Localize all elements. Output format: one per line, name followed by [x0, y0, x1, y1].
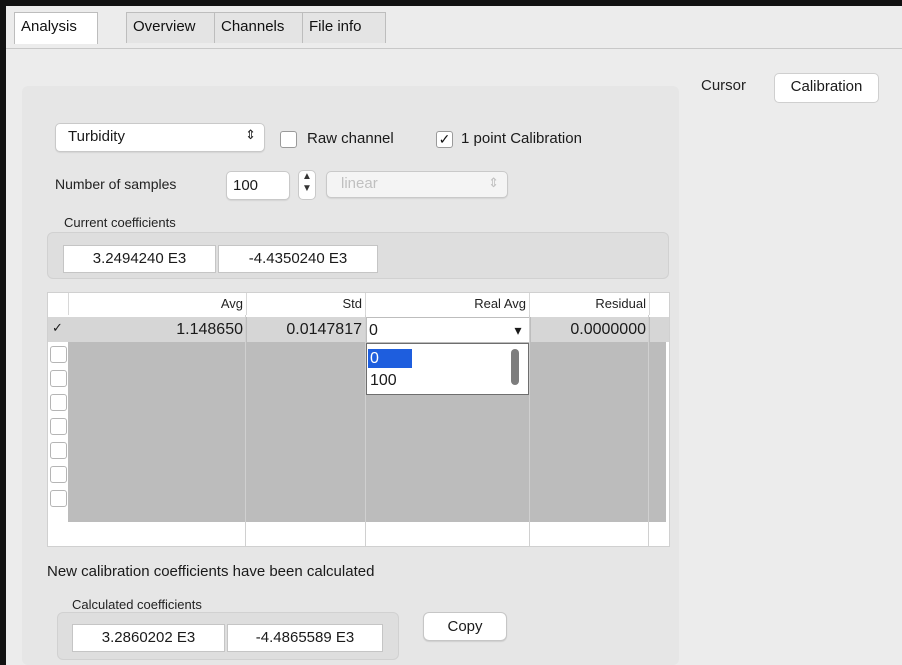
header-residual[interactable]: Residual	[530, 293, 650, 315]
dropdown-arrow-icon[interactable]: ▾	[510, 318, 526, 343]
header-std[interactable]: Std	[246, 293, 366, 315]
copy-button[interactable]: Copy	[423, 612, 507, 641]
mode-select-value: linear	[341, 175, 378, 192]
column-divider	[648, 315, 649, 546]
row-checkbox[interactable]	[50, 418, 67, 435]
tab-analysis[interactable]: Analysis	[14, 12, 98, 44]
channel-select[interactable]: Turbidity ⇕	[55, 123, 265, 152]
dropdown-option[interactable]: 100	[368, 371, 397, 390]
cell-std: 0.0147817	[246, 317, 366, 342]
row-checkbox[interactable]	[50, 442, 67, 459]
cell-residual: 0.0000000	[532, 317, 650, 342]
row-checkbox[interactable]	[50, 490, 67, 507]
subtab-cursor[interactable]: Cursor	[689, 73, 758, 101]
one-point-calibration-label: 1 point Calibration	[461, 130, 582, 147]
table-row[interactable]: ✓ 1.148650 0.0147817 0 ▾ 0.0000000	[48, 317, 669, 344]
real-avg-dropdown-list[interactable]: 0 100	[366, 343, 529, 395]
row-checkbox[interactable]	[50, 346, 67, 363]
calculated-coefficients-title: Calculated coefficients	[72, 597, 202, 612]
current-coefficient-a: 3.2494240 E3	[63, 245, 216, 273]
row-checkbox[interactable]	[50, 466, 67, 483]
samples-field[interactable]: 100	[226, 171, 290, 200]
current-coefficient-b: -4.4350240 E3	[218, 245, 378, 273]
current-coefficients-title: Current coefficients	[64, 215, 176, 230]
samples-stepper[interactable]: ▲ ▼	[298, 170, 316, 200]
updown-icon: ⇕	[245, 127, 256, 142]
row-checkbox[interactable]: ✓	[50, 321, 65, 336]
calculated-coefficient-a: 3.2860202 E3	[72, 624, 225, 652]
subtab-calibration[interactable]: Calibration	[774, 73, 879, 103]
samples-value: 100	[233, 177, 259, 194]
calibration-table: Avg Std Real Avg Residual ✓ 1.148650 0.0…	[47, 292, 670, 547]
real-avg-value: 0	[369, 322, 378, 339]
tab-overview[interactable]: Overview	[126, 12, 220, 43]
dropdown-scrollbar[interactable]	[511, 349, 519, 385]
header-avg[interactable]: Avg	[69, 293, 247, 315]
samples-label: Number of samples	[55, 176, 177, 192]
column-divider	[245, 315, 246, 546]
calculated-coefficient-b: -4.4865589 E3	[227, 624, 383, 652]
header-check	[48, 293, 69, 315]
dropdown-option[interactable]: 0	[368, 349, 412, 368]
column-divider	[529, 315, 530, 546]
row-checkbox[interactable]	[50, 394, 67, 411]
row-checkbox[interactable]	[50, 370, 67, 387]
raw-channel-label: Raw channel	[307, 130, 394, 147]
tab-file-info[interactable]: File info	[302, 12, 386, 43]
tab-channels[interactable]: Channels	[214, 12, 308, 43]
raw-channel-checkbox[interactable]	[280, 131, 297, 148]
cell-real-avg[interactable]: 0 ▾	[366, 317, 531, 344]
mode-select[interactable]: linear ⇕	[326, 171, 508, 198]
status-message: New calibration coefficients have been c…	[47, 563, 375, 580]
updown-icon: ⇕	[488, 175, 499, 190]
cell-avg: 1.148650	[69, 317, 247, 342]
header-real-avg[interactable]: Real Avg	[366, 293, 530, 315]
one-point-calibration-checkbox[interactable]: ✓	[436, 131, 453, 148]
channel-select-value: Turbidity	[68, 128, 125, 145]
